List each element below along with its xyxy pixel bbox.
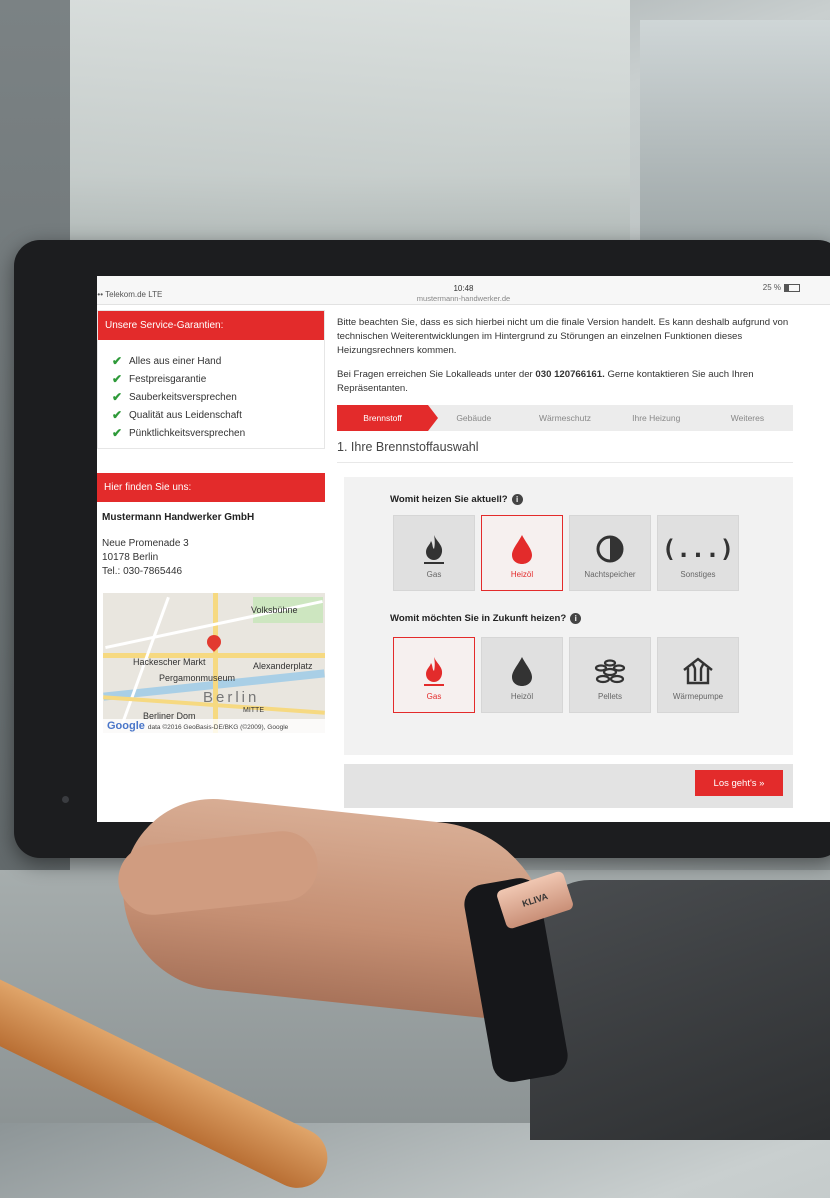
find-us-title: Hier finden Sie uns: xyxy=(97,473,325,502)
company-name: Mustermann Handwerker GmbH xyxy=(102,512,255,523)
step-brennstoff[interactable]: Brennstoff xyxy=(337,405,439,431)
guarantees-panel: Unsere Service-Garantien: ✔ Alles aus ein… xyxy=(97,310,325,449)
future-heating-options: Gas Heizöl Pellets Wärmepumpe xyxy=(393,637,739,713)
form-footer: Los geht's » xyxy=(344,764,793,808)
pellets-icon xyxy=(593,654,627,688)
gas-flame-icon xyxy=(421,654,447,688)
tablet-camera xyxy=(62,796,69,803)
option-current-heizoel[interactable]: Heizöl xyxy=(481,515,563,591)
google-logo: Google xyxy=(107,720,145,732)
progress-steps: Brennstoff Gebäude Wärmeschutz Ihre Heiz… xyxy=(337,405,793,431)
oil-drop-icon xyxy=(509,532,535,566)
step-waermeschutz[interactable]: Wärmeschutz xyxy=(519,405,610,431)
step-weiteres[interactable]: Weiteres xyxy=(702,405,793,431)
map-label: Pergamonmuseum xyxy=(159,673,236,683)
list-item: ✔ Qualität aus Leidenschaft xyxy=(112,408,242,422)
list-item: ✔ Sauberkeitsversprechen xyxy=(112,390,237,404)
background-window xyxy=(70,0,630,250)
battery-percent: 25 % xyxy=(762,283,781,292)
address-phone[interactable]: Tel.: 030-7865446 xyxy=(102,565,325,579)
gas-flame-icon xyxy=(421,532,447,566)
other-dots-icon: (...) xyxy=(661,535,735,563)
option-current-nachtspeicher[interactable]: Nachtspeicher xyxy=(569,515,651,591)
jacket-sleeve xyxy=(530,880,830,1140)
map-attribution: Google data ©2016 GeoBasis-DE/BKG (©2009)… xyxy=(103,719,325,733)
status-bar: ••••• Telekom.de LTE 10:48 mustermann-ha… xyxy=(97,276,830,305)
checkmark-icon: ✔ xyxy=(112,354,123,368)
option-future-pellets[interactable]: Pellets xyxy=(569,637,651,713)
background-window-right xyxy=(640,20,830,260)
map-label: Berlin xyxy=(203,689,260,706)
company-address: Neue Promenade 3 10178 Berlin Tel.: 030-… xyxy=(102,537,325,579)
option-future-gas[interactable]: Gas xyxy=(393,637,475,713)
battery-icon xyxy=(784,283,800,292)
info-icon[interactable]: i xyxy=(570,613,582,624)
list-item: ✔ Pünktlichkeitsversprechen xyxy=(112,426,246,440)
step-gebaeude[interactable]: Gebäude xyxy=(428,405,519,431)
checkmark-icon: ✔ xyxy=(112,426,123,440)
fuel-selection-form: Womit heizen Sie aktuell? i Gas Heizöl Na… xyxy=(344,477,793,755)
map-pin-icon[interactable] xyxy=(204,632,224,652)
question-future-heating: Womit möchten Sie in Zukunft heizen? i xyxy=(390,613,582,624)
main-content: Bitte beachten Sie, dass es sich hierbei… xyxy=(337,310,793,463)
map-road xyxy=(213,593,218,733)
clock: 10:48 xyxy=(453,284,474,293)
option-future-heizoel[interactable]: Heizöl xyxy=(481,637,563,713)
contact-notice: Bei Fragen erreichen Sie Lokalleads unte… xyxy=(337,369,754,394)
option-current-sonstiges[interactable]: (...) Sonstiges xyxy=(657,515,739,591)
section-title: 1. Ihre Brennstoffauswahl xyxy=(337,440,793,463)
guarantees-title: Unsere Service-Garantien: xyxy=(98,311,324,340)
info-icon[interactable]: i xyxy=(511,494,523,505)
list-item: ✔ Festpreisgarantie xyxy=(112,372,207,386)
address-bar-url[interactable]: mustermann-handwerker.de xyxy=(97,294,830,303)
step-ihre-heizung[interactable]: Ihre Heizung xyxy=(611,405,702,431)
address-street: Neue Promenade 3 xyxy=(102,538,189,549)
checkmark-icon: ✔ xyxy=(112,390,123,404)
start-button[interactable]: Los geht's » xyxy=(695,770,783,796)
battery-indicator: 25 % xyxy=(763,283,800,292)
map-label: Hackescher Markt xyxy=(133,657,206,667)
address-city: 10178 Berlin xyxy=(102,552,159,563)
sidebar: Unsere Service-Garantien: ✔ Alles aus ein… xyxy=(97,310,325,733)
map-label: MITTE xyxy=(243,707,264,714)
heat-pump-icon xyxy=(681,654,715,688)
contact-phone[interactable]: 030 120766161. xyxy=(535,369,604,380)
night-storage-icon xyxy=(595,532,625,566)
checkmark-icon: ✔ xyxy=(112,372,123,386)
location-map[interactable]: Volksbühne Hackescher Markt Alexanderpla… xyxy=(103,593,325,733)
beta-notice: Bitte beachten Sie, dass es sich hierbei… xyxy=(337,317,789,356)
map-label: Alexanderplatz xyxy=(253,661,313,671)
checkmark-icon: ✔ xyxy=(112,408,123,422)
question-current-heating: Womit heizen Sie aktuell? i xyxy=(390,494,523,505)
list-item: ✔ Alles aus einer Hand xyxy=(112,354,222,368)
guarantees-list: ✔ Alles aus einer Hand ✔ Festpreisgarantie… xyxy=(98,352,324,448)
option-future-waermepumpe[interactable]: Wärmepumpe xyxy=(657,637,739,713)
oil-drop-icon xyxy=(509,654,535,688)
current-heating-options: Gas Heizöl Nachtspeicher (...) Sonstiges xyxy=(393,515,739,591)
option-current-gas[interactable]: Gas xyxy=(393,515,475,591)
tablet-screen: ••••• Telekom.de LTE 10:48 mustermann-ha… xyxy=(97,276,830,822)
map-label: Volksbühne xyxy=(251,605,298,615)
